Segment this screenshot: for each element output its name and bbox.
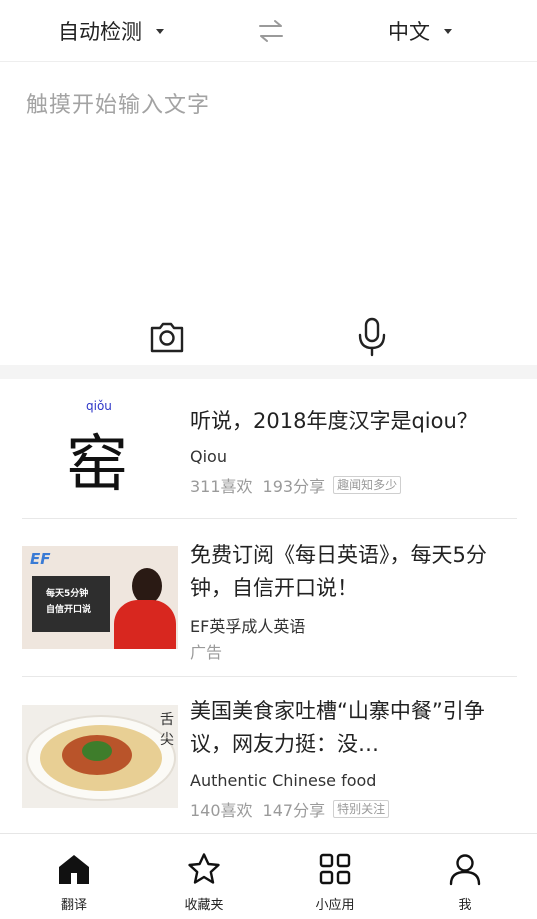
thumb-pinyin: qiǒu xyxy=(86,399,112,413)
target-language-selector[interactable]: 中文 xyxy=(388,14,452,48)
person-icon xyxy=(449,854,481,886)
likes-count: 140喜欢 xyxy=(190,801,253,820)
camera-icon[interactable] xyxy=(149,319,185,355)
nav-tab-me[interactable]: 我 xyxy=(398,834,532,919)
garnish-image xyxy=(82,741,112,761)
ad-headline-2: 自信开口说 xyxy=(46,605,92,615)
ef-logo: EF xyxy=(30,550,51,568)
ad-headline-1: 每天5分钟 xyxy=(46,589,89,599)
feed-item-1[interactable]: qiǒu 窑 听说，2018年度汉字是qiou？ Qiou 311喜欢 193分… xyxy=(0,379,537,517)
feed-item-title[interactable]: 免费订阅《每日英语》，每天5分钟，自信开口说！ xyxy=(190,539,520,605)
nav-label: 翻译 xyxy=(60,898,87,913)
grid-icon xyxy=(319,853,351,885)
news-feed[interactable]: qiǒu 窑 听说，2018年度汉字是qiou？ Qiou 311喜欢 193分… xyxy=(0,379,537,833)
feed-item-source: EF英孚成人英语 xyxy=(190,617,306,636)
nav-tab-favorites[interactable]: 收藏夹 xyxy=(137,834,271,919)
thumb-character: 窑 xyxy=(66,427,129,500)
nav-tab-translate[interactable]: 翻译 xyxy=(7,834,141,919)
feed-item-title[interactable]: 美国美食家吐槽“山寨中餐”引争议，网友力挺：没… xyxy=(190,695,520,761)
feed-item-meta: 311喜欢 193分享 趣闻知多少 xyxy=(190,473,402,497)
category-tag: 趣闻知多少 xyxy=(333,476,402,494)
language-bar: 自动检测 中文 xyxy=(0,0,537,62)
thumb-seal: 舌尖 xyxy=(160,712,174,748)
feed-item-3[interactable]: 舌尖 美国美食家吐槽“山寨中餐”引争议，网友力挺：没… Authentic Ch… xyxy=(0,677,537,833)
microphone-icon[interactable] xyxy=(356,317,388,357)
model-photo xyxy=(132,568,162,604)
shares-count: 193分享 xyxy=(262,477,326,496)
source-language-selector[interactable]: 自动检测 xyxy=(58,14,164,48)
feed-item-source: Qiou xyxy=(190,447,227,466)
nav-label: 收藏夹 xyxy=(184,898,224,913)
feed-item-thumbnail: EF 每天5分钟 自信开口说 xyxy=(22,546,178,649)
home-icon xyxy=(59,855,89,884)
star-icon xyxy=(188,853,220,884)
ad-text-panel: 每天5分钟 自信开口说 xyxy=(32,576,110,632)
ad-label: 广告 xyxy=(190,639,222,663)
feed-item-meta: 140喜欢 147分享 特别关注 xyxy=(190,797,390,821)
category-tag: 特别关注 xyxy=(333,800,390,818)
shares-count: 147分享 xyxy=(262,801,326,820)
chevron-down-icon xyxy=(156,28,164,34)
bottom-navigation: 翻译 收藏夹 小应用 我 xyxy=(0,833,537,919)
model-photo-body xyxy=(114,600,176,649)
feed-item-title[interactable]: 听说，2018年度汉字是qiou？ xyxy=(190,405,520,438)
feed-item-thumbnail: qiǒu 窑 xyxy=(22,399,178,502)
nav-tab-mini-apps[interactable]: 小应用 xyxy=(268,834,402,919)
likes-count: 311喜欢 xyxy=(190,477,253,496)
nav-label: 小应用 xyxy=(315,898,355,913)
swap-arrows-icon[interactable] xyxy=(256,17,286,45)
source-language-label: 自动检测 xyxy=(58,20,142,44)
feed-item-source: Authentic Chinese food xyxy=(190,771,377,790)
section-separator xyxy=(0,365,537,379)
feed-item-2[interactable]: EF 每天5分钟 自信开口说 免费订阅《每日英语》，每天5分钟，自信开口说！ E… xyxy=(0,519,537,675)
feed-item-thumbnail: 舌尖 xyxy=(22,705,178,808)
input-placeholder: 触摸开始输入文字 xyxy=(26,93,211,118)
ad-badge: 广告 xyxy=(190,643,223,662)
translation-input-area[interactable]: 触摸开始输入文字 xyxy=(0,63,537,365)
target-language-label: 中文 xyxy=(388,20,430,44)
nav-label: 我 xyxy=(458,898,472,913)
chevron-down-icon xyxy=(444,28,452,34)
